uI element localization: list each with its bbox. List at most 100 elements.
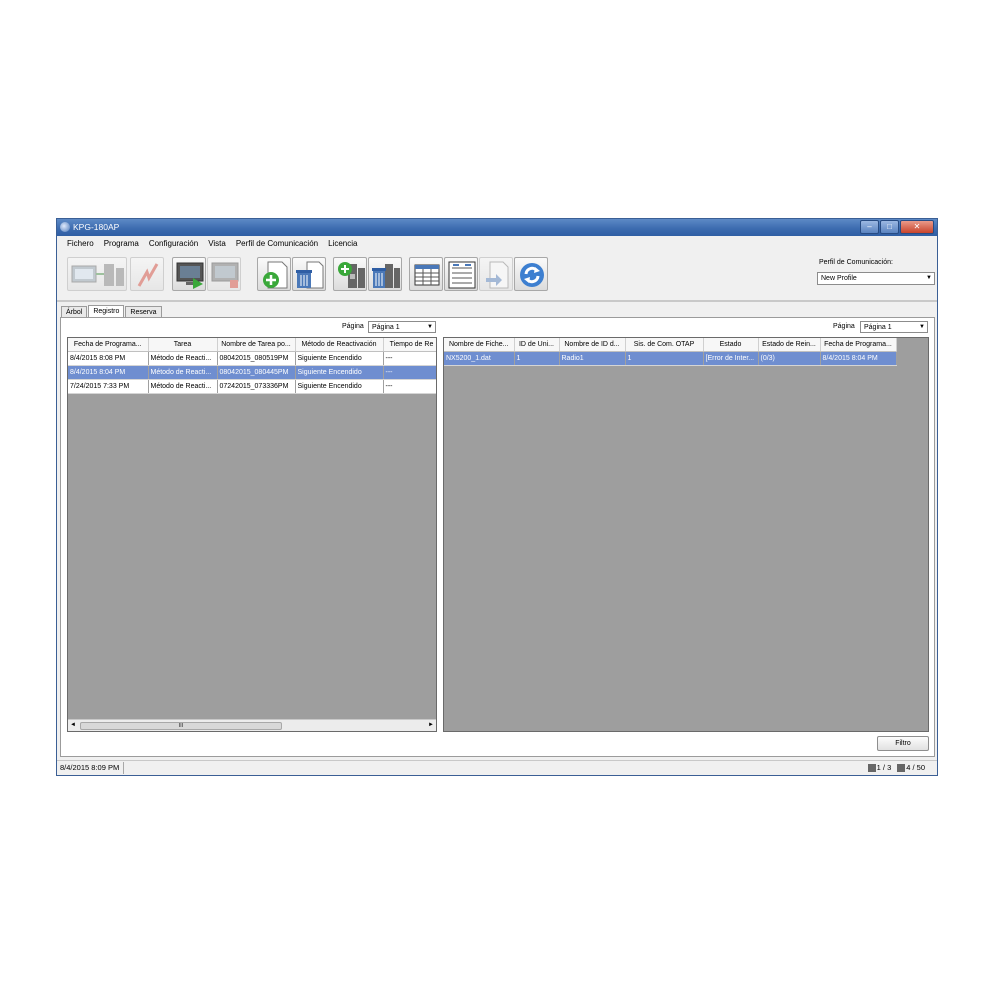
export-button[interactable] bbox=[479, 257, 513, 291]
cell: Siguiente Encendido bbox=[295, 351, 384, 366]
export-icon bbox=[486, 261, 509, 289]
task-grid: Fecha de Programa... Tarea Nombre de Tar… bbox=[67, 337, 437, 732]
right-page-label: Página bbox=[833, 323, 855, 330]
radio-table: Nombre de Fiche... ID de Uni... Nombre d… bbox=[444, 338, 897, 366]
new-task-button[interactable] bbox=[257, 257, 291, 291]
tab-reserva[interactable]: Reserva bbox=[125, 306, 162, 317]
add-radio-button[interactable] bbox=[333, 257, 367, 291]
page-count: 1 / 3 bbox=[876, 763, 892, 772]
cell: 08042015_080445PM bbox=[217, 365, 296, 380]
cell: --- bbox=[383, 379, 436, 394]
menu-programa[interactable]: Programa bbox=[104, 236, 139, 250]
columns-settings-button[interactable] bbox=[444, 257, 478, 291]
col-fecha-programa[interactable]: Fecha de Programa... bbox=[820, 338, 897, 352]
item-count-icon bbox=[897, 764, 906, 772]
status-counters: 1 / 3 4 / 50 bbox=[862, 762, 925, 774]
scroll-thumb[interactable]: III bbox=[80, 722, 282, 730]
left-page-value: Página 1 bbox=[372, 324, 400, 331]
monitor-stop-button[interactable] bbox=[207, 257, 241, 291]
write-icon bbox=[137, 263, 159, 287]
cell: Siguiente Encendido bbox=[295, 379, 384, 394]
col-tarea[interactable]: Tarea bbox=[148, 338, 218, 352]
right-page-select[interactable]: Página 1 ▼ bbox=[860, 321, 928, 333]
add-radio-icon bbox=[338, 262, 365, 288]
item-count: 4 / 50 bbox=[906, 763, 925, 772]
task-header-row: Fecha de Programa... Tarea Nombre de Tar… bbox=[68, 338, 436, 352]
profile-value: New Profile bbox=[821, 275, 857, 282]
menu-fichero[interactable]: Fichero bbox=[67, 236, 94, 250]
table-row[interactable]: 7/24/2015 7:33 PM Método de Reacti... 07… bbox=[68, 379, 436, 394]
table-view-button[interactable] bbox=[409, 257, 443, 291]
task-table: Fecha de Programa... Tarea Nombre de Tar… bbox=[68, 338, 436, 394]
col-fecha[interactable]: Fecha de Programa... bbox=[68, 338, 149, 352]
cell: --- bbox=[383, 365, 436, 380]
cell: 1 bbox=[514, 351, 560, 366]
monitor-play-icon bbox=[176, 262, 204, 289]
col-id-unidad[interactable]: ID de Uni... bbox=[514, 338, 560, 352]
col-nombre-fichero[interactable]: Nombre de Fiche... bbox=[444, 338, 515, 352]
new-task-icon bbox=[263, 261, 288, 289]
horizontal-scrollbar[interactable]: ◄ III ► bbox=[68, 719, 436, 731]
close-button[interactable]: ✕ bbox=[900, 220, 934, 234]
cell: NX5200_1.dat bbox=[444, 351, 515, 366]
menu-licencia[interactable]: Licencia bbox=[328, 236, 357, 250]
col-estado[interactable]: Estado bbox=[703, 338, 759, 352]
menu-perfil-comunicacion[interactable]: Perfil de Comunicación bbox=[236, 236, 318, 250]
monitor-stop-icon bbox=[211, 262, 239, 288]
col-tiempo[interactable]: Tiempo de Re bbox=[383, 338, 436, 352]
refresh-icon bbox=[520, 263, 544, 287]
col-nombre-tarea[interactable]: Nombre de Tarea po... bbox=[217, 338, 296, 352]
page-count-icon bbox=[867, 764, 876, 772]
scroll-right-icon[interactable]: ► bbox=[428, 720, 434, 731]
cell: 7/24/2015 7:33 PM bbox=[68, 379, 149, 394]
delete-radio-icon bbox=[372, 264, 400, 288]
chevron-down-icon: ▼ bbox=[427, 324, 433, 330]
cell: Siguiente Encendido bbox=[295, 365, 384, 380]
splitter[interactable] bbox=[57, 300, 937, 302]
status-datetime: 8/4/2015 8:09 PM bbox=[60, 762, 125, 774]
filter-button[interactable]: Filtro bbox=[877, 736, 929, 751]
write-button[interactable] bbox=[130, 257, 164, 291]
toolbar bbox=[57, 250, 937, 298]
app-window: KPG-180AP – □ ✕ Fichero Programa Configu… bbox=[56, 218, 938, 776]
table-row[interactable]: 8/4/2015 8:08 PM Método de Reacti... 080… bbox=[68, 351, 436, 366]
status-bar: 8/4/2015 8:09 PM 1 / 3 4 / 50 bbox=[57, 760, 937, 775]
minimize-button[interactable]: – bbox=[860, 220, 879, 234]
menu-configuracion[interactable]: Configuración bbox=[149, 236, 198, 250]
menu-vista[interactable]: Vista bbox=[208, 236, 226, 250]
chevron-down-icon: ▼ bbox=[919, 324, 925, 330]
window-title: KPG-180AP bbox=[73, 222, 120, 232]
cell: [Error de Inter... bbox=[703, 351, 759, 366]
table-row-selected[interactable]: NX5200_1.dat 1 Radio1 1 [Error de Inter.… bbox=[444, 351, 897, 366]
cell: 1 bbox=[625, 351, 704, 366]
scroll-left-icon[interactable]: ◄ bbox=[70, 720, 76, 731]
cell: 8/4/2015 8:08 PM bbox=[68, 351, 149, 366]
tab-arbol[interactable]: Árbol bbox=[61, 306, 88, 317]
cell: 8/4/2015 8:04 PM bbox=[68, 365, 149, 380]
tab-strip: Árbol Registro Reserva bbox=[61, 305, 163, 318]
refresh-button[interactable] bbox=[514, 257, 548, 291]
delete-radio-button[interactable] bbox=[368, 257, 402, 291]
cell: Método de Reacti... bbox=[148, 351, 218, 366]
app-icon bbox=[60, 222, 70, 232]
right-page-value: Página 1 bbox=[864, 324, 892, 331]
monitor-play-button[interactable] bbox=[172, 257, 206, 291]
cell: 07242015_073336PM bbox=[217, 379, 296, 394]
table-view-icon bbox=[414, 264, 440, 286]
title-bar[interactable]: KPG-180AP – □ ✕ bbox=[57, 219, 937, 236]
maximize-button[interactable]: □ bbox=[880, 220, 899, 234]
delete-task-button[interactable] bbox=[292, 257, 326, 291]
scroll-grip: III bbox=[178, 723, 184, 729]
col-sis-com-otap[interactable]: Sis. de Com. OTAP bbox=[625, 338, 704, 352]
left-page-select[interactable]: Página 1 ▼ bbox=[368, 321, 436, 333]
col-estado-reintento[interactable]: Estado de Rein... bbox=[758, 338, 821, 352]
cell: --- bbox=[383, 351, 436, 366]
radio-header-row: Nombre de Fiche... ID de Uni... Nombre d… bbox=[444, 338, 897, 352]
col-metodo[interactable]: Método de Reactivación bbox=[295, 338, 384, 352]
profile-select[interactable]: New Profile ▼ bbox=[817, 272, 935, 285]
col-nombre-id[interactable]: Nombre de ID d... bbox=[559, 338, 626, 352]
delete-task-icon bbox=[296, 261, 324, 289]
radio-grid: Nombre de Fiche... ID de Uni... Nombre d… bbox=[443, 337, 929, 732]
table-row-selected[interactable]: 8/4/2015 8:04 PM Método de Reacti... 080… bbox=[68, 365, 436, 380]
radio-program-button[interactable] bbox=[67, 257, 127, 291]
